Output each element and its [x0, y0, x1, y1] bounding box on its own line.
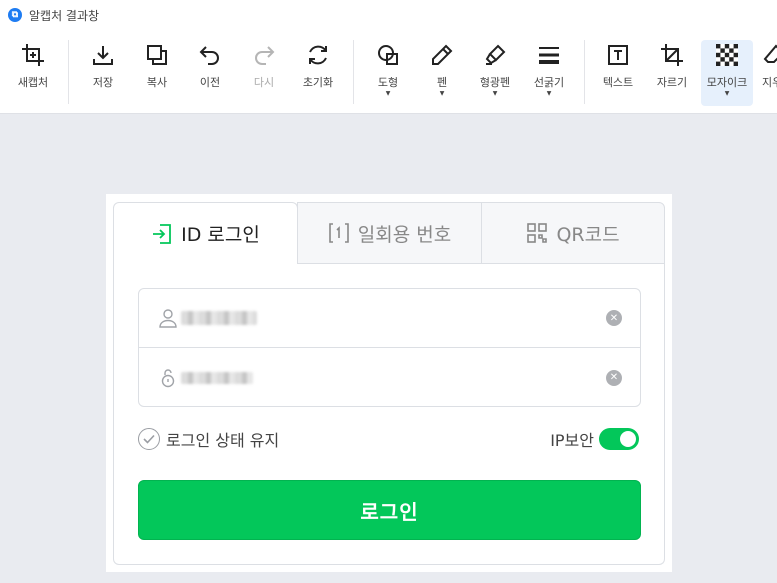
clear-password-button[interactable]: ✕ — [606, 369, 622, 386]
pen-icon — [428, 40, 456, 70]
keep-logged-in-checkbox[interactable]: 로그인 상태 유지 — [138, 427, 279, 451]
line-width-button[interactable]: 선굵기 ▼ — [523, 40, 575, 106]
new-capture-label: 새캡처 — [17, 76, 49, 89]
mosaic-label: 모자이크 — [706, 76, 748, 89]
check-icon — [138, 428, 160, 450]
toolbar-divider — [68, 40, 69, 104]
copy-button[interactable]: 복사 — [131, 40, 183, 106]
highlighter-button[interactable]: 형광펜 ▼ — [469, 40, 521, 106]
redo-label: 다시 — [253, 76, 275, 89]
line-width-label: 선굵기 — [533, 76, 565, 89]
tab-qr-code[interactable]: QR코드 — [481, 202, 665, 264]
undo-icon — [196, 40, 224, 70]
toolbar-divider — [353, 40, 354, 104]
pen-label: 펜 — [436, 76, 448, 89]
copy-icon — [143, 40, 171, 70]
qr-code-icon — [526, 222, 548, 244]
refresh-icon — [304, 40, 332, 70]
tab-one-time-number-label: 일회용 번호 — [357, 223, 452, 246]
eraser-button[interactable]: 지우 — [754, 40, 777, 106]
shape-button[interactable]: 도형 ▼ — [362, 40, 414, 106]
user-icon — [158, 308, 178, 328]
line-width-icon — [535, 40, 563, 70]
chevron-down-icon: ▼ — [724, 90, 730, 97]
download-icon — [89, 40, 117, 70]
tab-id-login-label: ID 로그인 — [181, 224, 260, 246]
ip-security-toggle[interactable] — [599, 428, 639, 450]
login-tabs: ID 로그인 일회용 번호 QR코드 — [113, 202, 665, 264]
ip-security-label: IP보안 — [550, 431, 594, 450]
new-capture-button[interactable]: 새캡처 — [7, 40, 59, 106]
title-bar: ⧉ 알캡처 결과창 — [0, 0, 777, 30]
keep-logged-in-label: 로그인 상태 유지 — [166, 431, 280, 450]
reset-button[interactable]: 초기화 — [292, 40, 344, 106]
app-logo-icon: ⧉ — [8, 8, 22, 22]
tab-id-login[interactable]: ID 로그인 — [113, 202, 298, 264]
eraser-icon — [760, 40, 777, 70]
id-field[interactable]: ✕ — [139, 289, 640, 348]
mosaic-icon — [713, 40, 741, 70]
crop-label: 자르기 — [656, 76, 688, 89]
tab-qr-code-label: QR코드 — [556, 223, 620, 246]
toggle-knob — [620, 431, 636, 447]
pen-button[interactable]: 펜 ▼ — [416, 40, 468, 106]
toolbar: 새캡처 저장 복사 이전 다시 초기화 도형 ▼ 펜 ▼ 형광펜 ▼ 선굵기 ▼… — [0, 30, 777, 114]
masked-password-value — [181, 371, 253, 384]
shape-icon — [374, 40, 402, 70]
chevron-down-icon: ▼ — [492, 90, 498, 97]
crop-icon — [658, 40, 686, 70]
captured-image: ID 로그인 일회용 번호 QR코드 ✕ ✕ 로그인 상태 유지 IP보안 로그… — [106, 194, 672, 572]
ip-security-toggle-group: IP보안 — [550, 427, 639, 451]
highlighter-icon — [481, 40, 509, 70]
undo-label: 이전 — [199, 76, 221, 89]
copy-label: 복사 — [146, 76, 168, 89]
text-label: 텍스트 — [602, 76, 634, 89]
crop-plus-icon — [19, 40, 47, 70]
text-button[interactable]: 텍스트 — [592, 40, 644, 106]
window-title: 알캡처 결과창 — [29, 8, 100, 23]
tab-one-time-number[interactable]: 일회용 번호 — [297, 202, 482, 264]
chevron-down-icon: ▼ — [546, 90, 552, 97]
eraser-label: 지우 — [762, 76, 777, 89]
undo-button[interactable]: 이전 — [184, 40, 236, 106]
login-button[interactable]: 로그인 — [138, 480, 641, 540]
clear-id-button[interactable]: ✕ — [606, 310, 622, 326]
chevron-down-icon: ▼ — [385, 90, 391, 97]
credentials-group: ✕ ✕ — [138, 288, 641, 407]
chevron-down-icon: ▼ — [439, 90, 445, 97]
lock-icon — [158, 368, 178, 388]
text-icon — [604, 40, 632, 70]
save-label: 저장 — [92, 76, 114, 89]
masked-id-value — [181, 311, 257, 325]
redo-icon — [250, 40, 278, 70]
shape-label: 도형 — [377, 76, 399, 89]
save-button[interactable]: 저장 — [77, 40, 129, 106]
reset-label: 초기화 — [302, 76, 334, 89]
highlighter-label: 형광펜 — [479, 76, 511, 89]
password-field[interactable]: ✕ — [139, 348, 640, 407]
login-arrow-icon — [151, 223, 173, 245]
crop-button[interactable]: 자르기 — [646, 40, 698, 106]
redo-button[interactable]: 다시 — [238, 40, 290, 106]
mosaic-button[interactable]: 모자이크 ▼ — [701, 40, 753, 106]
one-time-number-icon — [328, 222, 350, 244]
toolbar-divider — [584, 40, 585, 104]
